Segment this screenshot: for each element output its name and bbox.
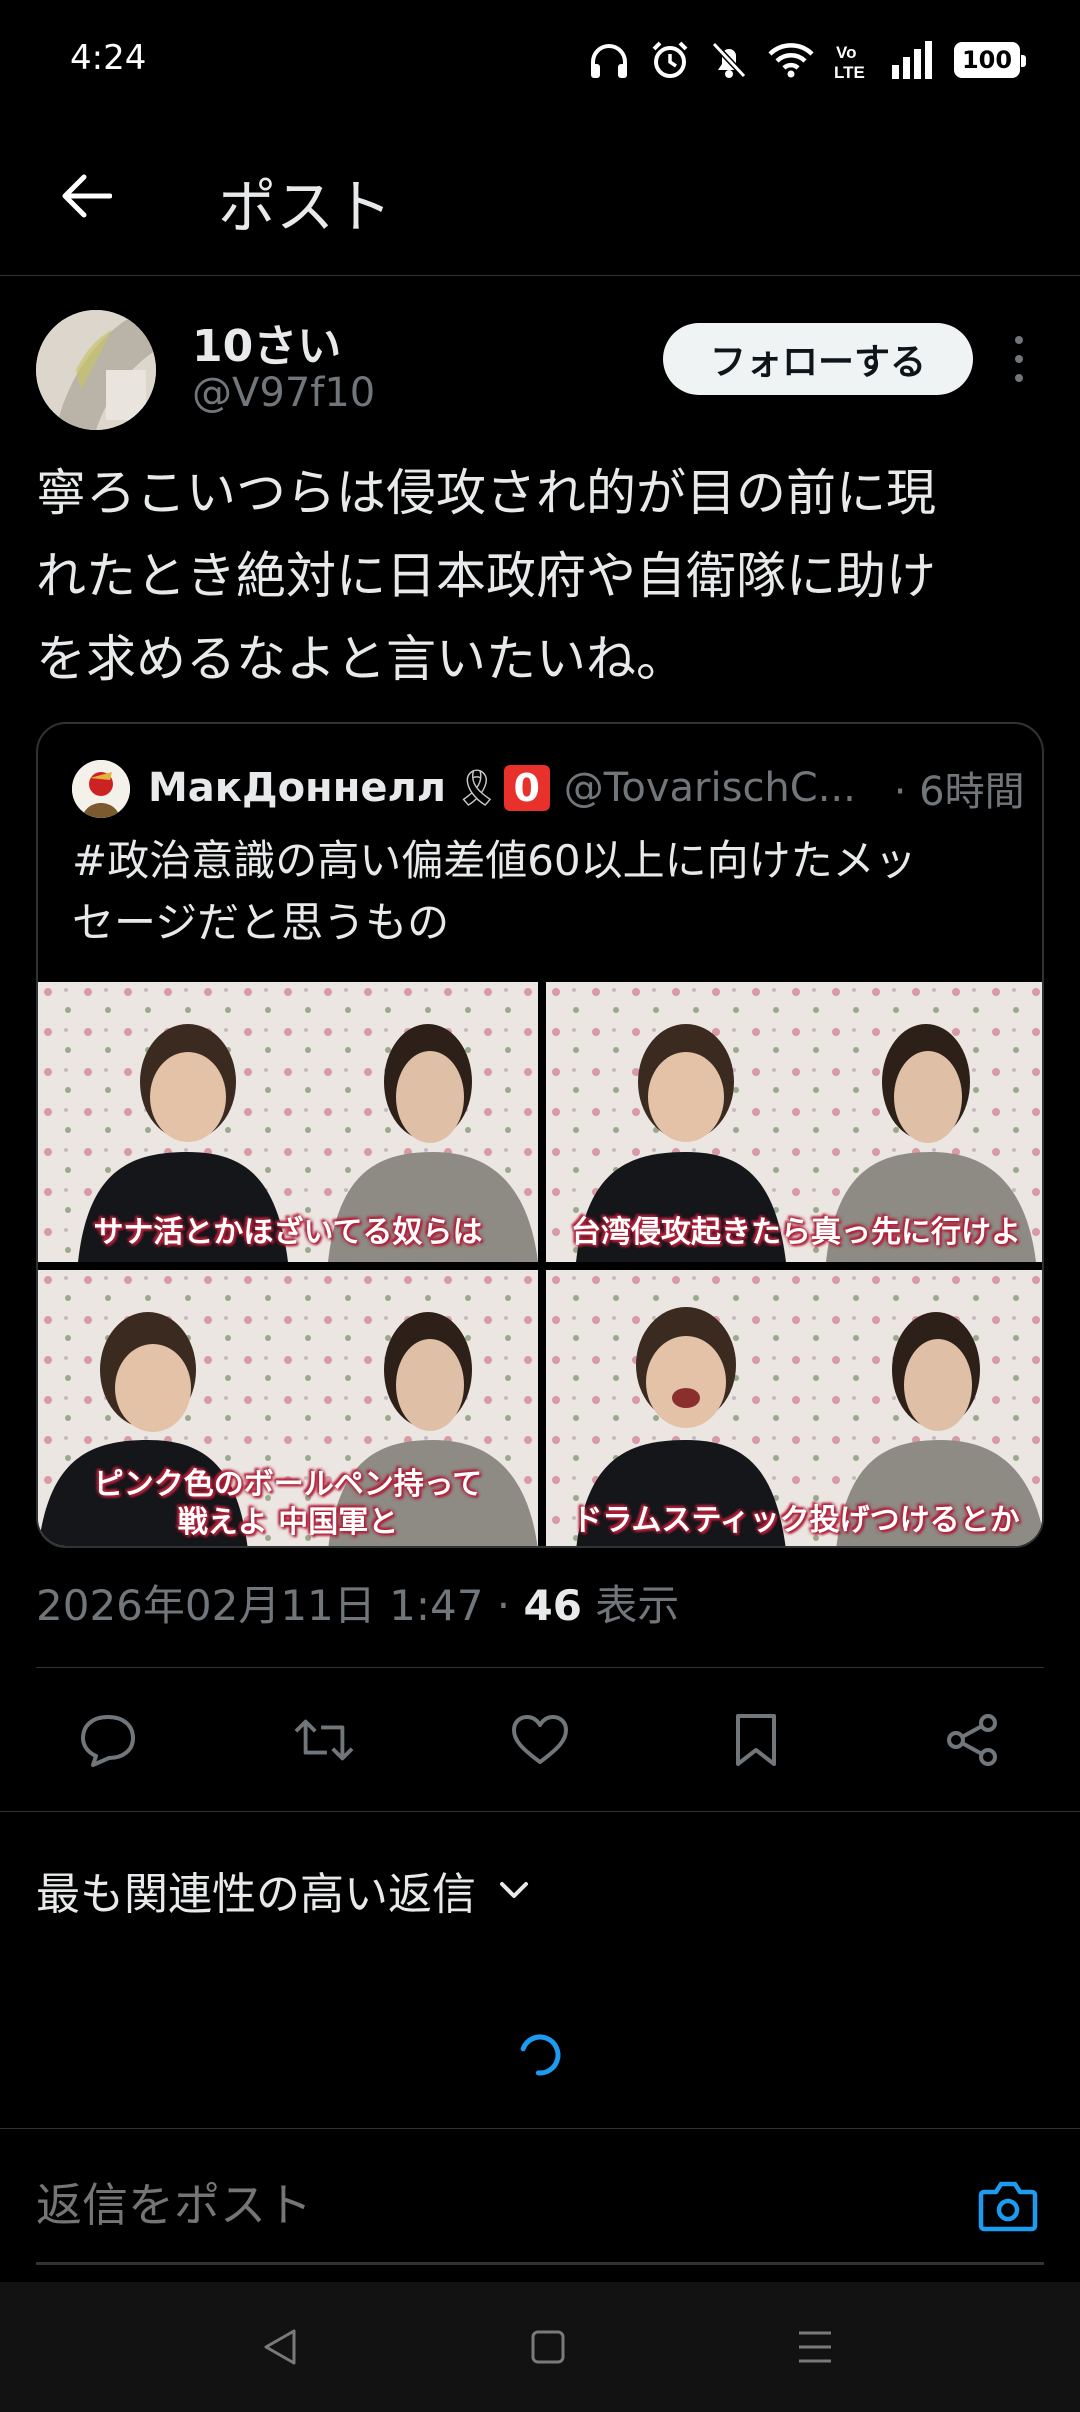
top-app-bar: ポスト bbox=[0, 140, 1080, 276]
quote-text: #政治意識の高い偏差値60以上に向けたメッ セージだと思うもの bbox=[72, 830, 1022, 954]
svg-text:Vo: Vo bbox=[836, 43, 856, 62]
quote-header: МакДоннелл 🎗 0 @TovarischC... · 6時間 bbox=[148, 758, 1028, 818]
status-icons: Vo LTE 100 bbox=[588, 38, 1026, 82]
media-image[interactable]: 台湾侵攻起きたら真っ先に行けよ bbox=[546, 982, 1042, 1262]
post-text-line: れたとき絶対に日本政府や自衛隊に助け bbox=[36, 547, 936, 605]
menu-lines-icon bbox=[799, 2331, 831, 2363]
bookmark-button[interactable] bbox=[726, 1710, 786, 1770]
bookmark-icon bbox=[736, 1714, 776, 1766]
back-button[interactable] bbox=[54, 164, 118, 228]
share-button[interactable] bbox=[942, 1710, 1002, 1770]
quote-author-name: МакДоннелл bbox=[148, 765, 447, 811]
author-name[interactable]: 10さい bbox=[192, 310, 341, 374]
battery-icon: 100 bbox=[954, 42, 1026, 78]
heart-icon bbox=[512, 1715, 568, 1764]
media-caption: サナ活とかほざいてる奴らは bbox=[38, 1214, 538, 1252]
square-home-icon bbox=[531, 2330, 565, 2364]
reply-icon bbox=[81, 1715, 135, 1767]
quoted-post[interactable]: МакДоннелл 🎗 0 @TovarischC... · 6時間 #政治意… bbox=[36, 722, 1044, 1548]
chevron-down-icon bbox=[500, 1882, 528, 1898]
media-image[interactable]: ピンク色のボールペン持って 戦えよ 中国軍と bbox=[38, 1270, 538, 1546]
quote-avatar bbox=[72, 760, 130, 818]
system-nav-bar bbox=[0, 2282, 1080, 2412]
status-bar: 4:24 Vo LTE 100 bbox=[0, 0, 1080, 120]
post-text-line: を求めるなよと言いたいね。 bbox=[36, 630, 686, 688]
svg-text:LTE: LTE bbox=[834, 63, 865, 80]
ribbon-icon: 🎗 bbox=[454, 768, 500, 809]
loading-spinner-icon bbox=[519, 2034, 561, 2076]
post-text: 寧ろこいつらは侵攻され的が目の前に現 れたとき絶対に日本政府や自衛隊に助け を求… bbox=[36, 452, 1046, 701]
more-dot-icon bbox=[1015, 336, 1023, 344]
media-grid: サナ活とかほざいてる奴らは 台湾侵攻起きたら真っ先に行けよ ピンク色のボールペン… bbox=[38, 982, 1042, 1546]
repost-button[interactable] bbox=[294, 1710, 354, 1770]
replies-sort-dropdown[interactable]: 最も関連性の高い返信 bbox=[36, 1858, 530, 1922]
reply-input-underline bbox=[36, 2262, 1044, 2265]
post-date: 2026年02月11日 1:47 · bbox=[36, 1581, 524, 1630]
camera-icon bbox=[978, 2181, 1038, 2232]
caption-line: サナ活とかほざいてる奴らは bbox=[93, 1215, 483, 1250]
reply-button[interactable] bbox=[78, 1710, 138, 1770]
nav-home-button[interactable] bbox=[523, 2322, 573, 2372]
status-time: 4:24 bbox=[70, 38, 147, 78]
follow-button[interactable]: フォローする bbox=[663, 323, 973, 395]
quote-time: · 6時間 bbox=[893, 769, 1025, 815]
repost-icon bbox=[294, 1719, 354, 1761]
media-image[interactable]: ドラムスティック投げつけるとか bbox=[546, 1270, 1042, 1546]
reply-bar-divider bbox=[0, 2128, 1080, 2129]
action-bar bbox=[0, 1668, 1080, 1812]
media-image[interactable]: サナ活とかほざいてる奴らは bbox=[38, 982, 538, 1262]
caption-line: 台湾侵攻起きたら真っ先に行けよ bbox=[571, 1215, 1021, 1250]
caption-line: ピンク色のボールペン持って bbox=[93, 1467, 483, 1502]
more-dot-icon bbox=[1015, 374, 1023, 382]
like-button[interactable] bbox=[510, 1710, 570, 1770]
triangle-back-icon bbox=[264, 2329, 296, 2365]
caption-line: ドラムスティック投げつけるとか bbox=[572, 1503, 1020, 1538]
more-options-button[interactable] bbox=[1004, 336, 1034, 382]
quote-text-line: セージだと思うもの bbox=[72, 898, 450, 947]
avatar-image bbox=[36, 310, 156, 430]
view-count[interactable]: 46 bbox=[524, 1581, 582, 1630]
back-arrow-icon bbox=[62, 174, 112, 218]
nav-recents-button[interactable] bbox=[790, 2322, 840, 2372]
post-text-line: 寧ろこいつらは侵攻され的が目の前に現 bbox=[36, 464, 936, 522]
author-handle[interactable]: @V97f10 bbox=[192, 370, 375, 416]
zero-emoji-icon: 0 bbox=[503, 765, 550, 811]
mute-bell-icon bbox=[711, 41, 747, 79]
quote-avatar-image bbox=[72, 760, 130, 818]
camera-button[interactable] bbox=[978, 2178, 1038, 2234]
quote-text-line: #政治意識の高い偏差値60以上に向けたメッ bbox=[72, 836, 917, 885]
caption-line: 戦えよ 中国軍と bbox=[177, 1505, 399, 1540]
media-caption: 台湾侵攻起きたら真っ先に行けよ bbox=[546, 1214, 1042, 1252]
volte-icon: VoLTE bbox=[834, 43, 865, 80]
post-meta: 2026年02月11日 1:47 · 46 表示 bbox=[36, 1572, 679, 1633]
alarm-icon bbox=[652, 41, 688, 78]
signal-icon bbox=[892, 41, 932, 79]
media-caption: ピンク色のボールペン持って 戦えよ 中国軍と bbox=[38, 1466, 538, 1542]
share-icon bbox=[947, 1714, 997, 1766]
quote-author-handle: @TovarischC... bbox=[563, 765, 856, 811]
headphones-icon bbox=[591, 44, 627, 78]
wifi-icon bbox=[768, 43, 814, 78]
media-caption: ドラムスティック投げつけるとか bbox=[546, 1502, 1042, 1540]
page-title: ポスト bbox=[218, 173, 393, 241]
replies-sort-label: 最も関連性の高い返信 bbox=[36, 1869, 476, 1920]
views-label: 表示 bbox=[581, 1581, 680, 1630]
reply-input[interactable] bbox=[36, 2178, 936, 2232]
more-dot-icon bbox=[1015, 355, 1023, 363]
author-avatar[interactable] bbox=[36, 310, 156, 430]
nav-back-button[interactable] bbox=[255, 2322, 305, 2372]
